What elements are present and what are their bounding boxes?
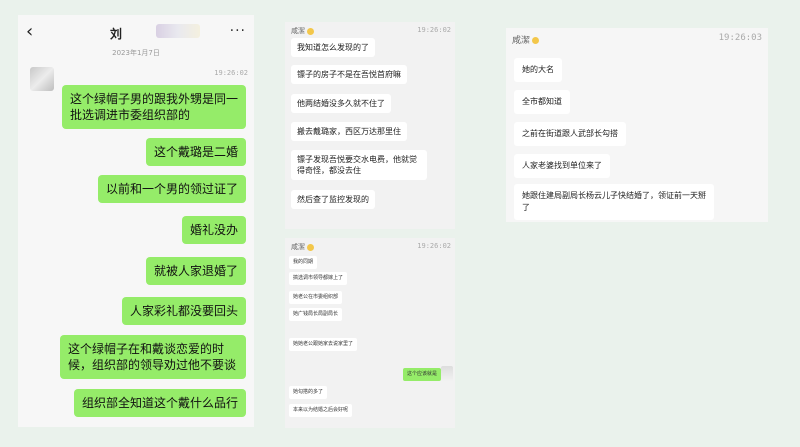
- message-bubble[interactable]: 我的同期: [289, 256, 318, 269]
- ellipsis-icon[interactable]: ···: [230, 23, 246, 39]
- message-bubble[interactable]: 然后查了监控发现的: [291, 190, 375, 209]
- message-bubble[interactable]: 搞选调市领导都嫁上了: [289, 272, 348, 285]
- smile-icon: [307, 27, 314, 35]
- message-bubble[interactable]: 就被人家退婚了: [145, 257, 246, 285]
- sender-name: 咸潔: [291, 242, 314, 252]
- message-bubble[interactable]: 婚礼没办: [181, 216, 246, 244]
- message-bubble[interactable]: 镖子的房子不是在吾悦首府嘛: [291, 65, 407, 84]
- message-bubble[interactable]: 全市都知道: [514, 90, 570, 114]
- message-time: 19:26:02: [417, 26, 451, 34]
- chevron-left-icon[interactable]: ‹: [26, 21, 33, 42]
- chat-title: 刘: [110, 27, 123, 41]
- avatar: [441, 366, 453, 382]
- message-bubble[interactable]: 本来以为结婚之后会好呢: [289, 404, 353, 417]
- chat-screenshot-3: 咸潔 19:26:02 我的同期 搞选调市领导都嫁上了 她老公在市委组织部 她广…: [285, 238, 455, 428]
- chat-screenshot-2: 咸潔 19:26:02 我知道怎么发现的了 镖子的房子不是在吾悦首府嘛 他两结婚…: [285, 22, 455, 229]
- message-bubble[interactable]: 这个绿帽子男的跟我外甥是同一批选调进市委组织部的: [62, 85, 246, 129]
- message-bubble[interactable]: 他两结婚没多久就不住了: [291, 94, 391, 113]
- message-bubble[interactable]: 她的大名: [514, 58, 562, 82]
- message-bubble[interactable]: 她她老公跟她家去说家里了: [289, 338, 358, 351]
- message-bubble[interactable]: 搬去戴璐家，西区万达那里住: [291, 122, 407, 141]
- smile-icon: [532, 37, 540, 44]
- blurred-name: [156, 24, 200, 38]
- message-bubble[interactable]: 这个应该就是: [403, 368, 442, 381]
- message-time: 19:26:03: [718, 33, 762, 43]
- smile-icon: [307, 243, 314, 251]
- chat-header: ‹ 刘 ···: [18, 15, 254, 49]
- message-bubble[interactable]: 人家老婆找到单位来了: [514, 154, 610, 178]
- sender-name: 咸潔: [512, 33, 540, 46]
- message-bubble[interactable]: 她老公在市委组织部: [289, 291, 343, 304]
- message-bubble[interactable]: 人家彩礼都没要回头: [121, 297, 246, 325]
- chat-screenshot-4: 咸潔 19:26:03 她的大名 全市都知道 之前在街道跟人武部长勾搭 人家老婆…: [506, 28, 768, 222]
- message-bubble[interactable]: 这个绿帽子在和戴谈恋爱的时候，组织部的领导劝过他不要谈: [60, 335, 246, 379]
- message-time: 19:26:02: [417, 242, 451, 250]
- chat-screenshot-main: ‹ 刘 ··· 2023年1月7日 19:26:02 这个绿帽子男的跟我外甥是同…: [18, 15, 254, 427]
- message-bubble[interactable]: 我知道怎么发现的了: [291, 38, 375, 57]
- avatar[interactable]: [30, 67, 54, 91]
- message-bubble[interactable]: 之前在街道跟人武部长勾搭: [514, 122, 626, 146]
- message-bubble[interactable]: 组织部全知道这个戴什么品行: [73, 389, 246, 417]
- message-bubble[interactable]: 她广钱局长局副局长: [289, 308, 343, 321]
- chat-date: 2023年1月7日: [112, 49, 160, 57]
- message-time: 19:26:02: [214, 69, 248, 77]
- message-bubble[interactable]: 她勾搭的多了: [289, 386, 328, 399]
- message-bubble[interactable]: 镖子发现吾悦要交水电费，他就觉得奇怪，都没去住: [291, 150, 427, 180]
- sender-name: 咸潔: [291, 26, 314, 36]
- message-bubble[interactable]: 以前和一个男的领过证了: [97, 175, 246, 203]
- message-bubble[interactable]: 这个戴璐是二婚: [145, 138, 246, 166]
- message-bubble[interactable]: 她跟住建局副局长杨云儿子快结婚了，领证前一天掰了: [514, 184, 714, 220]
